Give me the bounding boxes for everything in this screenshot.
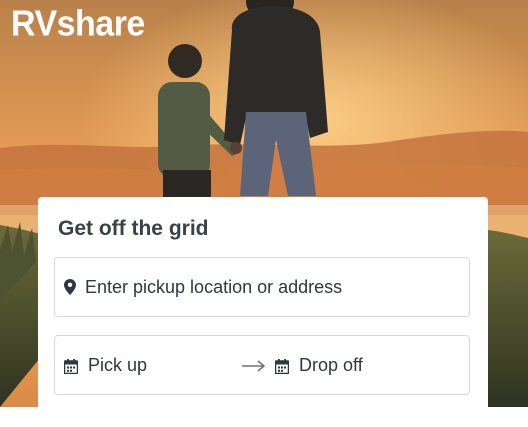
search-card-title: Get off the grid <box>58 217 209 240</box>
location-placeholder: Enter pickup location or address <box>85 277 343 297</box>
calendar-icon <box>64 359 78 374</box>
date-range-field: Pick up Drop off <box>54 335 470 395</box>
dropoff-date-button[interactable]: Drop off <box>299 355 363 376</box>
rvshare-logo[interactable]: RVshare <box>11 4 145 45</box>
calendar-icon <box>275 359 289 374</box>
search-card: Get off the grid Enter pickup location o… <box>38 197 488 427</box>
arrow-right-icon <box>242 360 266 372</box>
location-pin-icon <box>64 279 76 295</box>
pickup-location-field[interactable]: Enter pickup location or address <box>54 257 470 317</box>
pickup-date-button[interactable]: Pick up <box>88 355 147 376</box>
